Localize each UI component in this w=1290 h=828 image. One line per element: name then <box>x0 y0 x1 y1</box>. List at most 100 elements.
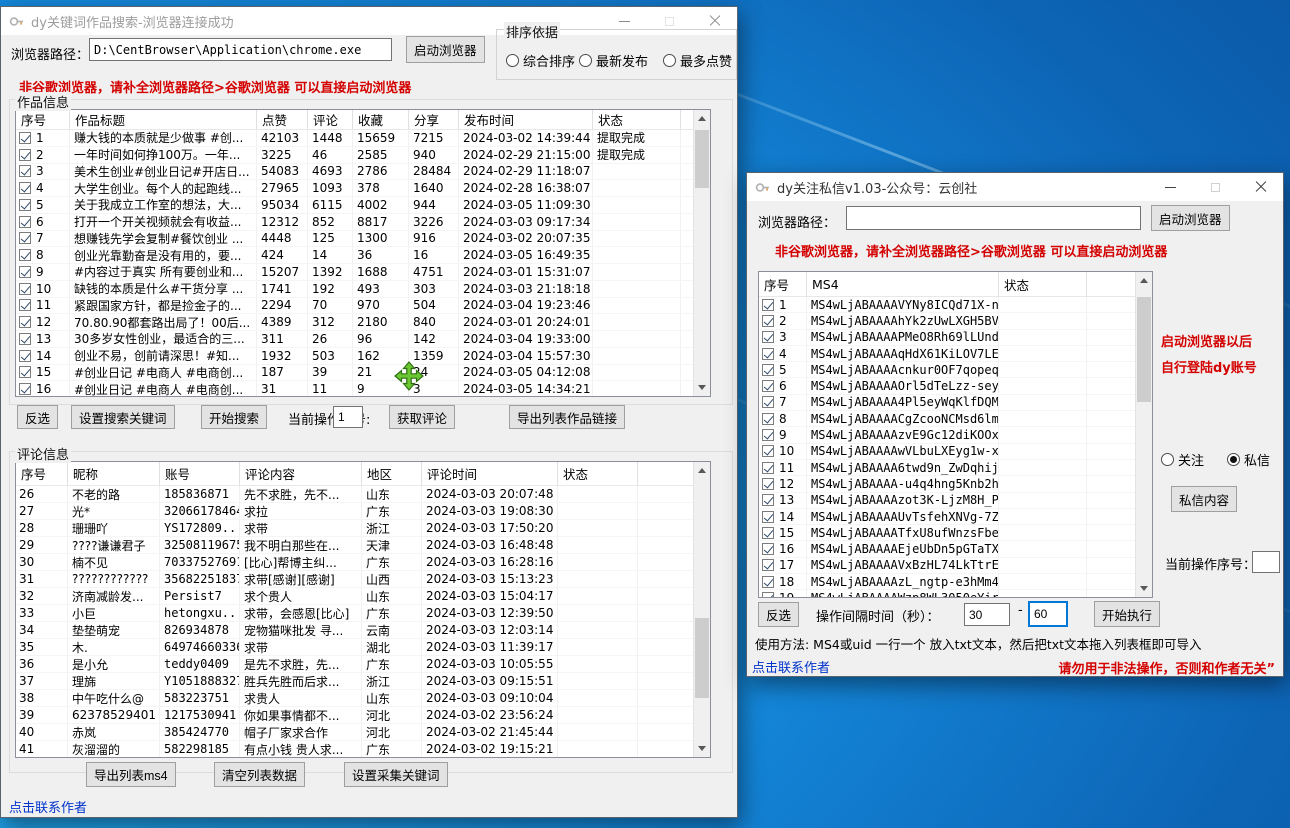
comment-row[interactable]: 39623785294011217530941你如果事情都不...河北2024-… <box>16 707 710 724</box>
works-row[interactable]: 14创业不易，创前请深思！#知...193250316213592024-03-… <box>16 348 710 365</box>
ms4-row[interactable]: 7MS4wLjABAAAA4Pl5eyWqKlfDQM... <box>759 395 1152 411</box>
works-row[interactable]: 4大学生创业。每个人的起跑线...27965109337816402024-02… <box>16 180 710 197</box>
ms4-row[interactable]: 5MS4wLjABAAAAcnkur0OF7qopeq... <box>759 362 1152 378</box>
sort-option-newest[interactable]: 最新发布 <box>579 51 648 70</box>
comment-row[interactable]: 38中午吃什么@583223751求贵人山东2024-03-03 09:10:0… <box>16 690 710 707</box>
row-checkbox[interactable] <box>762 592 774 598</box>
comment-row[interactable]: 29????谦谦君子32508119675我不明白那些在...天津2024-03… <box>16 537 710 554</box>
comment-row[interactable]: 34垫垫萌宠826934878宠物猫咪批发 寻...云南2024-03-03 1… <box>16 622 710 639</box>
row-checkbox[interactable] <box>762 348 774 360</box>
comments-vertical-scrollbar[interactable] <box>693 462 710 757</box>
works-row[interactable]: 10缺钱的本质是什么#干货分享 ...17411924933032024-03-… <box>16 281 710 298</box>
ms4-row[interactable]: 4MS4wLjABAAAAqHdX61KiLOV7LE... <box>759 346 1152 362</box>
minimize-button[interactable] <box>1148 173 1193 201</box>
row-checkbox[interactable] <box>762 494 774 506</box>
column-header[interactable]: 昵称 <box>68 462 160 486</box>
ms4-row[interactable]: 19MS4wLjABAAAAWzp8WL3050eYir... <box>759 590 1152 598</box>
mode-option-follow[interactable]: 关注 <box>1161 450 1204 469</box>
works-row[interactable]: 8创业光靠勤奋是没有用的，要...4241436162024-03-05 16:… <box>16 247 710 264</box>
column-header[interactable]: 状态 <box>999 272 1087 297</box>
scroll-up-arrow[interactable] <box>1136 272 1152 289</box>
row-checkbox[interactable] <box>19 182 31 194</box>
row-checkbox[interactable] <box>19 132 31 144</box>
works-row[interactable]: 9#内容过于真实 所有要创业和...152071392168847512024-… <box>16 264 710 281</box>
row-checkbox[interactable] <box>19 165 31 177</box>
column-header[interactable]: 点赞 <box>257 110 308 130</box>
row-checkbox[interactable] <box>19 249 31 261</box>
ms4-row[interactable]: 2MS4wLjABAAAAhYk2zUwLXGH5BV... <box>759 313 1152 329</box>
contact-author-link[interactable]: 点击联系作者 <box>9 797 87 816</box>
column-header[interactable]: 评论时间 <box>422 462 558 486</box>
export-list-ms4-button[interactable]: 导出列表ms4 <box>86 762 176 787</box>
row-checkbox[interactable] <box>19 216 31 228</box>
comment-row[interactable]: 26不老的路185836871先不求胜，先不...山东2024-03-03 20… <box>16 486 710 503</box>
row-checkbox[interactable] <box>19 266 31 278</box>
column-header[interactable]: 作品标题 <box>70 110 257 130</box>
works-vertical-scrollbar[interactable] <box>693 110 710 396</box>
ms4-row[interactable]: 3MS4wLjABAAAAPMeO8Rh69lLUnd... <box>759 330 1152 346</box>
comment-row[interactable]: 28珊珊吖YS172809...求带浙江2024-03-03 17:50:20 <box>16 520 710 537</box>
column-header[interactable]: 序号 <box>16 462 68 486</box>
row-checkbox[interactable] <box>762 462 774 474</box>
interval-min-input[interactable] <box>964 603 1010 626</box>
column-header[interactable]: 评论 <box>308 110 353 130</box>
comment-row[interactable]: 35木.64974660336求带湖北2024-03-03 11:39:17 <box>16 639 710 656</box>
scroll-down-arrow[interactable] <box>694 379 710 396</box>
column-header[interactable]: 评论内容 <box>240 462 362 486</box>
ms4-row[interactable]: 8MS4wLjABAAAACgZcooNCMsd6lm... <box>759 411 1152 427</box>
row-checkbox[interactable] <box>762 380 774 392</box>
launch-browser-button[interactable]: 启动浏览器 <box>1151 205 1230 231</box>
comment-row[interactable]: 36是小允teddy0409是先不求胜，先...广东2024-03-03 10:… <box>16 656 710 673</box>
row-checkbox[interactable] <box>762 559 774 571</box>
ms4-row[interactable]: 16MS4wLjABAAAAEjeUbDn5pGTaTX... <box>759 541 1152 557</box>
invert-selection-button[interactable]: 反选 <box>758 602 799 627</box>
ms4-vertical-scrollbar[interactable] <box>1135 272 1152 597</box>
row-checkbox[interactable] <box>762 429 774 441</box>
comment-row[interactable]: 40赤岚385424770帽子厂家求合作河北2024-03-02 21:45:4… <box>16 724 710 741</box>
row-checkbox[interactable] <box>19 366 31 378</box>
scrollbar-thumb[interactable] <box>1137 297 1151 402</box>
ms4-row[interactable]: 11MS4wLjABAAAA6twd9n_ZwDqhij... <box>759 460 1152 476</box>
row-checkbox[interactable] <box>762 445 774 457</box>
ms4-row[interactable]: 18MS4wLjABAAAAzL_ngtp-e3hMm4... <box>759 574 1152 590</box>
maximize-button[interactable] <box>1193 173 1238 201</box>
scroll-up-arrow[interactable] <box>694 110 710 127</box>
works-row[interactable]: 5关于我成立工作室的想法，大...95034611540029442024-03… <box>16 197 710 214</box>
row-checkbox[interactable] <box>19 299 31 311</box>
row-checkbox[interactable] <box>762 315 774 327</box>
scroll-up-arrow[interactable] <box>694 462 710 479</box>
column-header[interactable]: 地区 <box>362 462 422 486</box>
row-checkbox[interactable] <box>762 478 774 490</box>
set-search-keywords-button[interactable]: 设置搜索关键词 <box>71 405 175 429</box>
row-checkbox[interactable] <box>762 413 774 425</box>
close-button[interactable] <box>1238 173 1283 201</box>
export-work-links-button[interactable]: 导出列表作品链接 <box>509 405 625 429</box>
row-checkbox[interactable] <box>19 232 31 244</box>
row-checkbox[interactable] <box>19 316 31 328</box>
sort-option-composite[interactable]: 综合排序 <box>506 51 575 70</box>
column-header[interactable]: 收藏 <box>353 110 409 130</box>
comment-row[interactable]: 32济南减龄发...Persist7求个贵人山东2024-03-03 15:04… <box>16 588 710 605</box>
column-header[interactable]: 序号 <box>16 110 70 130</box>
row-checkbox[interactable] <box>19 350 31 362</box>
column-header[interactable]: 账号 <box>160 462 240 486</box>
browser-path-input[interactable] <box>89 38 392 61</box>
row-checkbox[interactable] <box>19 333 31 345</box>
get-comments-button[interactable]: 获取评论 <box>389 405 455 429</box>
works-row[interactable]: 2一年时间如何挣100万。一年...32254625859402024-02-2… <box>16 147 710 164</box>
comment-row[interactable]: 31????????????35682251837求带[感谢][感谢]山西202… <box>16 571 710 588</box>
scroll-down-arrow[interactable] <box>694 740 710 757</box>
row-checkbox[interactable] <box>762 527 774 539</box>
contact-author-link[interactable]: 点击联系作者 <box>752 657 830 676</box>
row-checkbox[interactable] <box>762 576 774 588</box>
row-checkbox[interactable] <box>762 543 774 555</box>
comment-row[interactable]: 37理旆Y1051888327胜兵先胜而后求...浙江2024-03-03 09… <box>16 673 710 690</box>
row-checkbox[interactable] <box>19 149 31 161</box>
works-row[interactable]: 16#创业日记 #电商人 #电商创...3111932024-03-05 14:… <box>16 381 710 397</box>
sort-option-most-liked[interactable]: 最多点赞 <box>663 51 732 70</box>
row-checkbox[interactable] <box>762 511 774 523</box>
column-header[interactable]: MS4 <box>807 272 999 297</box>
dm-content-button[interactable]: 私信内容 <box>1171 486 1237 512</box>
ms4-row[interactable]: 17MS4wLjABAAAAVxBzHL74LkTtrE... <box>759 558 1152 574</box>
column-header[interactable]: 状态 <box>593 110 681 130</box>
